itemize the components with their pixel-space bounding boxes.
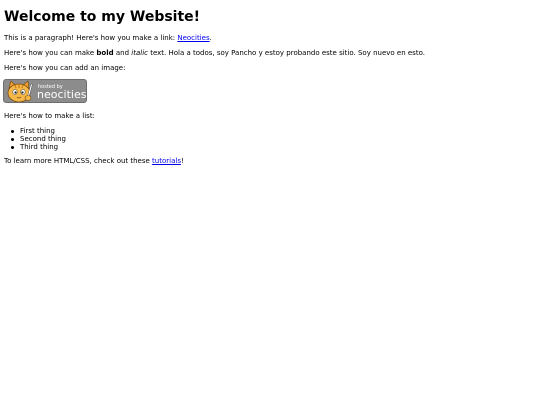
formatting-paragraph: Here's how you can make bold and italic … [4,49,425,58]
page-title: Welcome to my Website! [4,9,201,25]
intro-text: This is a paragraph! Here's how you make… [4,34,178,42]
example-list: First thing Second thing Third thing [11,127,66,151]
tutorials-link[interactable]: tutorials [152,157,181,165]
tutorials-text: To learn more HTML/CSS, check out these [4,157,153,165]
formatting-mid: and [113,49,132,57]
formatting-end: text. Hola a todos, soy Pancho y estoy p… [147,49,425,57]
neocities-link[interactable]: Neocities [177,34,209,42]
badge-brand-text: neocities [37,88,87,101]
neocities-badge[interactable]: hosted by neocities [3,79,87,103]
bold-text: bold [96,49,114,57]
image-paragraph: Here's how you can add an image: [4,64,126,72]
intro-end: . [209,34,212,42]
tutorials-end: ! [180,157,184,165]
list-item: First thing [11,127,66,135]
list-intro-paragraph: Here's how to make a list: [4,112,95,120]
list-item: Third thing [11,143,66,151]
page: Welcome to my Website! This is a paragra… [0,0,540,405]
tutorials-paragraph: To learn more HTML/CSS, check out these … [4,157,184,166]
list-item: Second thing [11,135,66,143]
intro-paragraph: This is a paragraph! Here's how you make… [4,34,212,43]
formatting-start: Here's how you can make [4,49,97,57]
italic-text: italic [131,49,148,57]
neocities-cat-icon [7,80,33,102]
